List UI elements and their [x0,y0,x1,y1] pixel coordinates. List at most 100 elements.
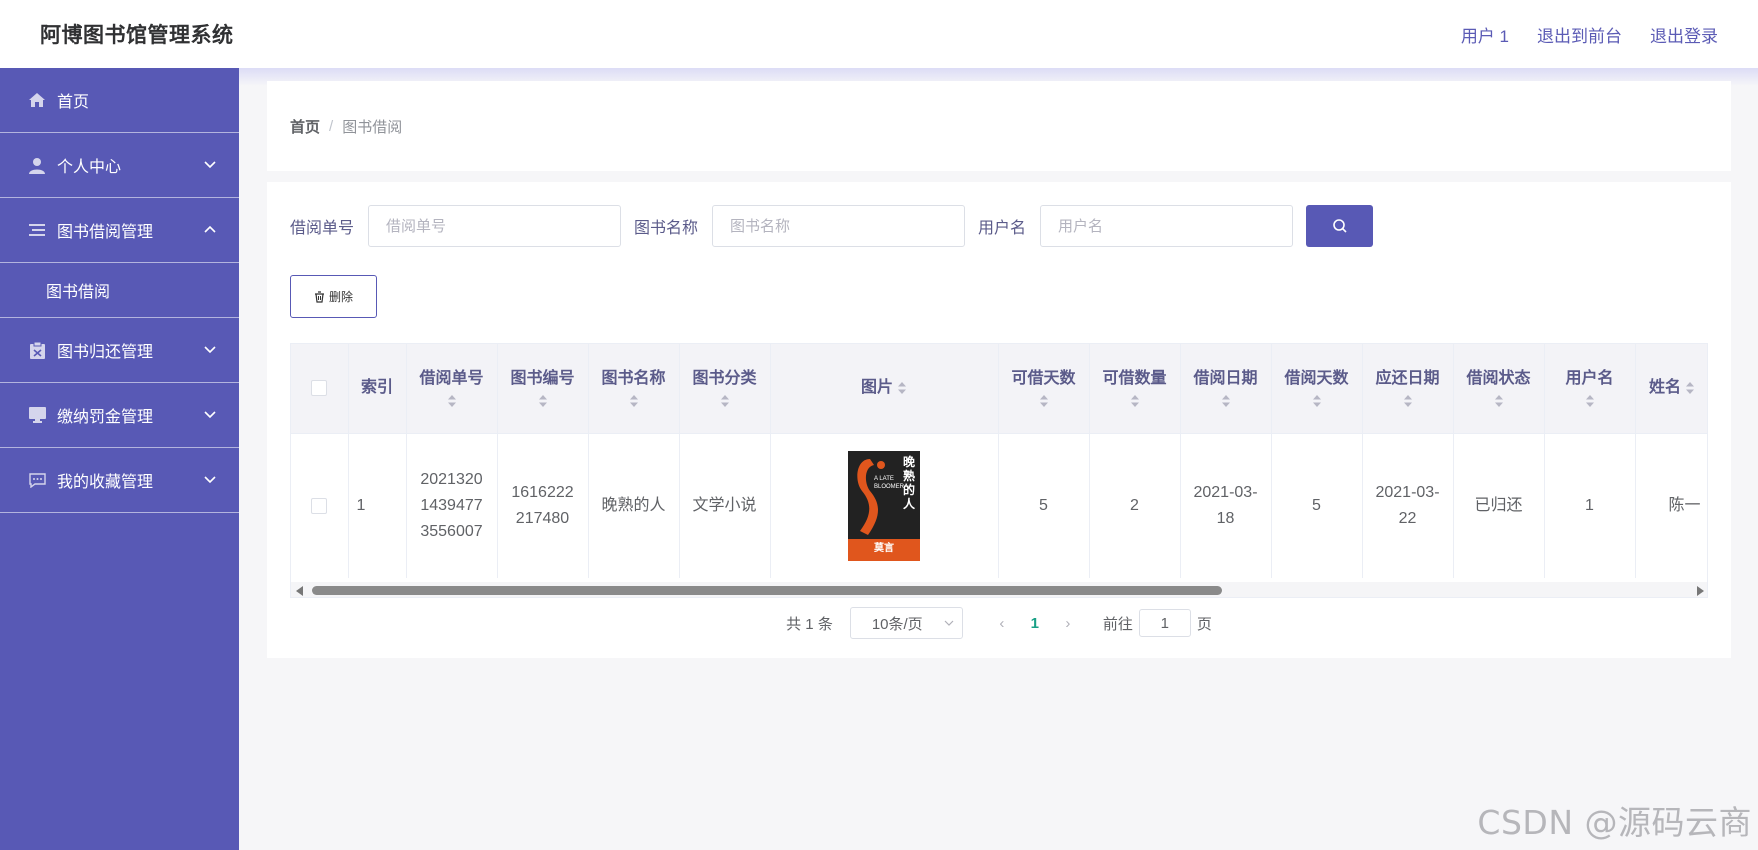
col-category[interactable]: 图书分类 [679,344,771,434]
book-name-label: 图书名称 [634,220,699,237]
sidebar-item-return-management[interactable]: 图书归还管理 [0,318,239,383]
col-name[interactable]: 姓名 [1635,344,1707,434]
pagination-total: 共 1 条 [786,615,833,633]
delete-button-label: 删除 [328,290,353,304]
cell-status: 已归还 [1453,433,1545,578]
cell-quantity: 2 [1089,433,1181,578]
col-borrow-days-allowed[interactable]: 可借天数 [998,344,1090,434]
sort-icon[interactable] [897,381,907,395]
col-book-no[interactable]: 图书编号 [497,344,589,434]
borrow-no-input[interactable] [368,205,622,247]
book-cover-title: 晚熟的人 [902,454,915,511]
sort-icon[interactable] [538,394,548,408]
cell-due-date: 2021-03- 22 [1362,433,1454,578]
sidebar-item-label: 图书归还管理 [57,344,154,361]
exit-to-frontend-link[interactable]: 退出到前台 [1537,22,1622,47]
goto-page-input[interactable] [1138,609,1191,637]
table-header-row: 索引 借阅单号 图书编号 图书名称 图书分类 图片 可借天数 可借数量 借阅日期… [291,344,1707,434]
scroll-right-arrow-icon[interactable] [1697,586,1704,596]
prev-page-button[interactable]: ‹ [987,615,1017,632]
col-borrow-days[interactable]: 借阅天数 [1271,344,1363,434]
sort-icon[interactable] [1585,394,1595,408]
username-input[interactable] [1040,205,1294,247]
sort-icon[interactable] [1221,394,1231,408]
col-quantity[interactable]: 可借数量 [1089,344,1181,434]
cell-book-no: 1616222 217480 [497,433,589,578]
cell-name: 陈一 [1635,433,1707,578]
breadcrumb-home[interactable]: 首页 [290,116,320,137]
current-user-link[interactable]: 用户 1 [1461,22,1509,47]
sidebar-item-borrow-management[interactable]: 图书借阅管理 [0,198,239,263]
search-button[interactable] [1306,205,1374,247]
col-book-name[interactable]: 图书名称 [588,344,680,434]
col-label: 用户名 [1565,370,1614,388]
page-number-1[interactable]: 1 [1017,615,1053,632]
col-label: 可借数量 [1102,370,1167,388]
next-page-button[interactable]: › [1053,615,1083,632]
content-card: 借阅单号 图书名称 用户名 删除 索引 借阅单号 图书编号 图书名称 [267,182,1731,658]
page-size-value: 10条/页 [871,615,923,633]
chat-icon [28,472,46,488]
sort-icon[interactable] [1494,394,1504,408]
sort-icon[interactable] [1403,394,1413,408]
sidebar-item-label: 首页 [57,94,90,111]
cell-text-line: 1616222 [511,483,574,501]
sidebar-item-personal-center[interactable]: 个人中心 [0,133,239,198]
watermark: CSDN @源码云商 [1477,803,1752,842]
chevron-down-icon [204,476,216,484]
sidebar-item-favorites-management[interactable]: 我的收藏管理 [0,448,239,513]
cell-book-name: 晚熟的人 [588,433,680,578]
sidebar-item-label: 我的收藏管理 [57,474,154,491]
cell-borrow-date: 2021-03- 18 [1180,433,1272,578]
scrollbar-thumb[interactable] [312,586,1222,595]
book-name-input[interactable] [712,205,966,247]
sort-icon[interactable] [629,394,639,408]
sidebar-item-label: 图书借阅管理 [57,224,154,241]
col-borrow-date[interactable]: 借阅日期 [1180,344,1272,434]
chevron-down-icon [944,620,954,626]
breadcrumb: 首页 / 图书借阅 [267,81,1731,171]
select-all-checkbox[interactable] [311,380,328,397]
trash-icon [314,290,324,303]
pagination: 共 1 条 10条/页 ‹ 1 › 前往 页 [267,607,1731,639]
sort-icon[interactable] [447,394,457,408]
cell-image: 晚熟的人 A LATE BLOOMER 莫言 [770,433,999,578]
book-cover-image[interactable]: 晚熟的人 A LATE BLOOMER 莫言 [848,450,920,561]
username-label: 用户名 [978,220,1027,237]
sort-icon[interactable] [1312,394,1322,408]
top-links: 用户 1 退出到前台 退出登录 [1461,22,1718,47]
borrow-no-label: 借阅单号 [290,220,355,237]
scroll-left-arrow-icon[interactable] [296,586,303,596]
sidebar-item-fine-management[interactable]: 缴纳罚金管理 [0,383,239,448]
cell-text-line: 1439477 [420,496,483,514]
clipboard-icon [28,341,46,359]
horizontal-scrollbar[interactable] [291,582,1707,597]
delete-button[interactable]: 删除 [290,275,377,318]
cell-text-line: 18 [1216,509,1235,527]
col-image[interactable]: 图片 [770,344,999,434]
col-status[interactable]: 借阅状态 [1453,344,1545,434]
col-username[interactable]: 用户名 [1544,344,1636,434]
col-index: 索引 [348,344,407,434]
sidebar-subitem-book-borrow[interactable]: 图书借阅 [0,263,239,318]
sidebar-item-home[interactable]: 首页 [0,68,239,133]
chevron-up-icon [204,225,216,233]
page-size-select[interactable]: 10条/页 [849,607,963,639]
table-row[interactable]: 1 2021320 1439477 3556007 1616222 217480… [291,433,1707,578]
sort-icon[interactable] [1685,381,1695,395]
col-label: 图书编号 [510,370,575,388]
sort-icon[interactable] [1039,394,1049,408]
list-icon [28,223,46,237]
chevron-down-icon [204,411,216,419]
row-checkbox[interactable] [311,497,328,514]
sort-icon[interactable] [1130,394,1140,408]
chevron-down-icon [204,346,216,354]
logout-link[interactable]: 退出登录 [1650,22,1718,47]
search-icon [1332,219,1347,233]
col-label: 可借天数 [1011,370,1076,388]
sort-icon[interactable] [720,394,730,408]
col-due-date[interactable]: 应还日期 [1362,344,1454,434]
cell-text-line: 2021-03- [1193,483,1258,501]
cell-borrow-no: 2021320 1439477 3556007 [406,433,498,578]
col-borrow-no[interactable]: 借阅单号 [406,344,498,434]
